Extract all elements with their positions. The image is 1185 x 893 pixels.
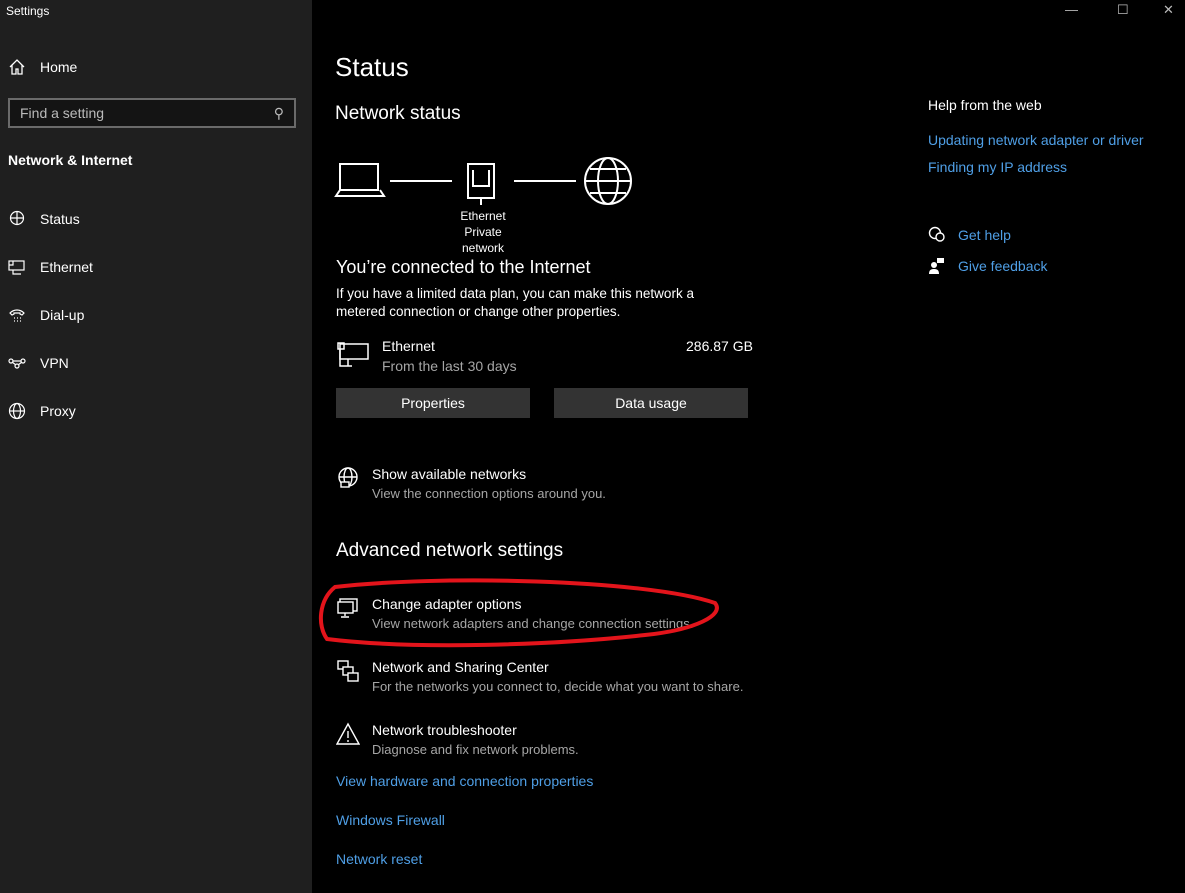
item-desc: View the connection options around you.: [372, 486, 606, 501]
section-title: Network & Internet: [8, 152, 133, 168]
search-input[interactable]: Find a setting ⚲: [8, 98, 296, 128]
vpn-icon: [8, 358, 26, 369]
give-feedback-link[interactable]: Give feedback: [958, 258, 1048, 274]
properties-button[interactable]: Properties: [336, 388, 530, 418]
home-label: Home: [40, 59, 78, 75]
hardware-properties-link[interactable]: View hardware and connection properties: [336, 773, 593, 789]
chat-help-icon: [928, 226, 945, 242]
window-title: Settings: [6, 4, 50, 18]
get-help-link[interactable]: Get help: [958, 227, 1011, 243]
phone-icon: [9, 309, 25, 322]
sidebar: Settings Home Find a setting ⚲ Network & …: [0, 0, 312, 893]
advanced-heading: Advanced network settings: [336, 540, 564, 561]
minimize-button[interactable]: —: [1065, 2, 1078, 17]
globe-icon: [584, 157, 632, 205]
sidebar-label: Ethernet: [40, 259, 93, 275]
network-status-heading: Network status: [335, 103, 461, 124]
sidebar-item-status[interactable]: Status: [8, 210, 80, 228]
desc-line: metered connection or change other prope…: [336, 304, 621, 319]
get-help[interactable]: Get help: [928, 226, 1011, 244]
page-title: Status: [335, 52, 409, 82]
sidebar-home[interactable]: Home: [8, 58, 77, 76]
home-icon: [9, 59, 25, 75]
network-reset-link[interactable]: Network reset: [336, 851, 422, 867]
item-desc: For the networks you connect to, decide …: [372, 679, 744, 694]
desc-line: If you have a limited data plan, you can…: [336, 286, 694, 301]
ethernet-icon: [8, 260, 25, 275]
globe-icon: [8, 402, 26, 420]
data-usage-value: 286.87 GB: [686, 338, 753, 354]
diagram-label-profile: Private network: [461, 225, 505, 255]
sidebar-label: Status: [40, 211, 80, 227]
network-diagram: [334, 157, 632, 205]
sidebar-label: Dial-up: [40, 307, 85, 323]
give-feedback[interactable]: Give feedback: [928, 257, 1048, 275]
help-link[interactable]: Finding my IP address: [928, 159, 1067, 175]
sidebar-item-dialup[interactable]: Dial-up: [8, 306, 84, 324]
item-desc: Diagnose and fix network problems.: [372, 742, 579, 757]
globe-network-icon: [338, 467, 358, 488]
sidebar-item-vpn[interactable]: VPN: [8, 354, 69, 372]
laptop-icon: [334, 163, 386, 197]
adapter-name: Ethernet: [382, 338, 435, 354]
ethernet-port-icon: [467, 163, 495, 205]
search-placeholder: Find a setting: [20, 105, 105, 121]
network-troubleshooter[interactable]: Network troubleshooter Diagnose and fix n…: [336, 722, 579, 757]
ethernet-icon: [337, 342, 369, 367]
maximize-button[interactable]: ☐: [1117, 2, 1129, 18]
feedback-icon: [929, 258, 944, 274]
diagram-label: Ethernet Private network: [442, 208, 524, 256]
connected-desc: If you have a limited data plan, you can…: [336, 285, 694, 321]
windows-firewall-link[interactable]: Windows Firewall: [336, 812, 445, 828]
close-button[interactable]: ✕: [1163, 2, 1174, 18]
search-icon[interactable]: ⚲: [274, 105, 284, 122]
data-usage-button[interactable]: Data usage: [554, 388, 748, 418]
globe-status-icon: [9, 210, 25, 226]
sidebar-label: Proxy: [40, 403, 76, 419]
item-title: Show available networks: [372, 466, 527, 482]
adapter-subtitle: From the last 30 days: [382, 358, 517, 374]
network-sharing-center[interactable]: Network and Sharing Center For the networ…: [336, 659, 743, 694]
warning-icon: [336, 722, 360, 745]
red-annotation-ellipse: [318, 578, 719, 648]
sidebar-item-ethernet[interactable]: Ethernet: [8, 258, 93, 276]
item-title: Network troubleshooter: [372, 722, 517, 738]
sidebar-item-proxy[interactable]: Proxy: [8, 402, 76, 420]
diagram-label-adapter: Ethernet: [460, 209, 506, 223]
help-link[interactable]: Updating network adapter or driver: [928, 132, 1144, 148]
connected-heading: You’re connected to the Internet: [336, 257, 591, 277]
show-networks-item[interactable]: Show available networks View the connecti…: [336, 466, 606, 501]
sidebar-label: VPN: [40, 355, 69, 371]
help-heading: Help from the web: [928, 97, 1042, 113]
